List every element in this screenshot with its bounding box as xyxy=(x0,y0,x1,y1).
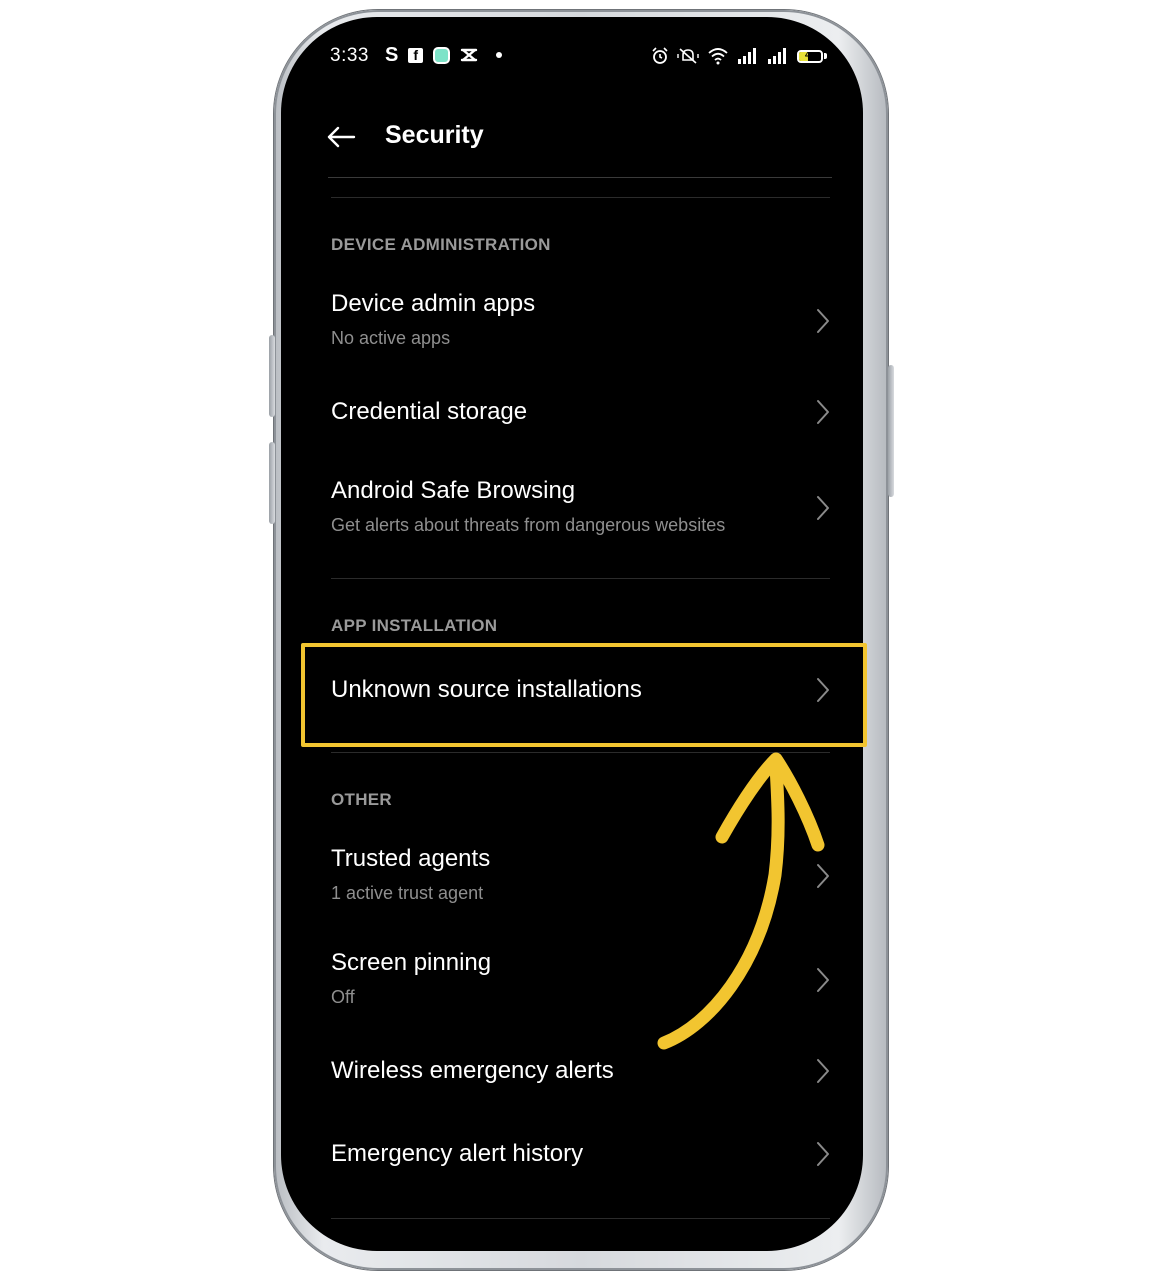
chevron-right-icon xyxy=(817,309,829,333)
chevron-right-icon xyxy=(817,496,829,520)
capcut-icon xyxy=(460,46,478,64)
s-app-icon: S xyxy=(385,44,399,66)
header-divider xyxy=(328,177,832,178)
page-title: Security xyxy=(385,121,484,149)
volume-up-button xyxy=(269,335,275,417)
item-title: Emergency alert history xyxy=(331,1140,584,1167)
item-title: Wireless emergency alerts xyxy=(331,1057,614,1084)
signal-icon xyxy=(737,47,759,65)
status-time: 3:33 xyxy=(330,45,369,66)
section-header-device-administration: DEVICE ADMINISTRATION xyxy=(331,235,551,254)
alarm-icon xyxy=(651,47,669,65)
volume-down-button xyxy=(269,442,275,524)
wifi-icon xyxy=(707,47,729,65)
app-bar: Security xyxy=(281,107,863,177)
item-subtitle: Get alerts about threats from dangerous … xyxy=(331,515,726,535)
item-title: Credential storage xyxy=(331,398,528,425)
pointer-arrow-icon xyxy=(657,752,825,1050)
section-divider xyxy=(331,578,830,579)
section-divider xyxy=(331,197,830,198)
power-button xyxy=(888,365,894,497)
chevron-right-icon xyxy=(817,400,829,424)
chevron-right-icon xyxy=(817,1059,829,1083)
back-arrow-icon xyxy=(327,126,356,148)
signal-icon-2 xyxy=(767,47,789,65)
facebook-icon: f xyxy=(408,47,424,63)
notification-dot-icon xyxy=(496,52,503,58)
notification-icons: S f xyxy=(385,43,503,67)
section-header-other: OTHER xyxy=(331,790,392,809)
item-subtitle: No active apps xyxy=(331,328,451,348)
section-divider xyxy=(331,1218,830,1219)
section-header-app-installation: APP INSTALLATION xyxy=(331,616,498,635)
mute-vibrate-icon xyxy=(677,47,699,65)
settings-item-credential-storage[interactable]: Credential storage xyxy=(331,397,831,437)
status-bar: 3:33 S f 41 xyxy=(281,17,863,95)
messenger-icon xyxy=(433,46,451,64)
highlight-box xyxy=(301,643,867,747)
settings-item-emergency-alert-history[interactable]: Emergency alert history xyxy=(331,1139,831,1179)
item-title: Device admin apps xyxy=(331,290,536,317)
settings-item-device-admin-apps[interactable]: Device admin apps No active apps xyxy=(331,289,831,361)
settings-item-android-safe-browsing[interactable]: Android Safe Browsing Get alerts about t… xyxy=(331,476,831,548)
item-title: Android Safe Browsing xyxy=(331,477,576,504)
phone-screen: 3:33 S f 41 Security DEVICE ADMINISTRATI… xyxy=(281,17,863,1251)
system-status-icons: 41 xyxy=(651,44,827,68)
settings-item-wireless-emergency-alerts[interactable]: Wireless emergency alerts xyxy=(331,1056,831,1096)
chevron-right-icon xyxy=(817,1142,829,1166)
battery-level: 41 xyxy=(804,49,815,60)
battery-icon: 41 xyxy=(797,49,827,63)
back-button[interactable] xyxy=(325,121,357,153)
